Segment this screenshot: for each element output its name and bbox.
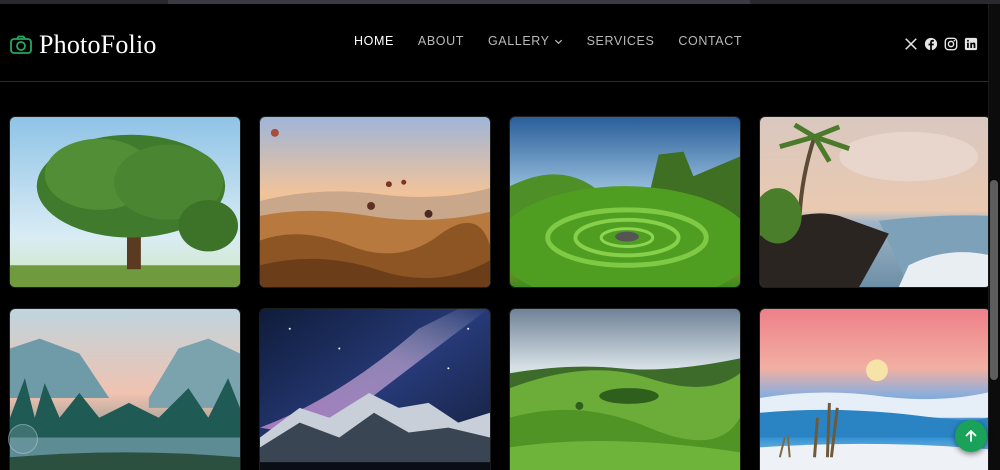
nav-services[interactable]: SERVICES [587,34,655,48]
social-links [904,37,978,51]
arrow-up-icon [965,430,977,442]
scrollbar-thumb[interactable] [990,180,998,380]
nav-services-label: SERVICES [586,34,655,48]
main-nav: HOME ABOUT GALLERY SERVICES CONTACT [354,34,766,48]
gallery-item-milky-way[interactable] [259,308,491,470]
nav-about-label: ABOUT [417,34,464,48]
camera-icon [10,35,32,54]
gallery-item-tree[interactable] [9,116,241,288]
photo-balloons [260,117,490,287]
gallery-item-spiral-hill[interactable] [509,116,741,288]
site-header: PhotoFolio HOME ABOUT GALLERY SERVICES C… [0,4,988,82]
nav-home[interactable]: HOME [354,34,394,48]
photo-moonrise [760,309,990,470]
instagram-icon [944,37,958,51]
site-logo[interactable]: PhotoFolio [9,28,157,62]
photo-spiral-hill [510,117,740,287]
social-x[interactable] [904,37,918,51]
gallery-item-palm-beach[interactable] [759,116,991,288]
chevron-down-icon [554,39,562,44]
nav-contact[interactable]: CONTACT [678,34,742,48]
nav-gallery[interactable]: GALLERY [488,34,563,48]
facebook-icon [924,37,938,51]
back-to-top-button[interactable] [955,420,987,452]
floating-badge [8,424,38,454]
social-linkedin[interactable] [964,37,978,51]
gallery-item-misty-valley[interactable] [9,308,241,470]
photo-lone-tree [10,117,240,287]
photo-green-hills [510,309,740,470]
photo-palm-beach [760,117,990,287]
social-instagram[interactable] [944,37,958,51]
nav-about[interactable]: ABOUT [418,34,464,48]
photo-gallery [9,116,991,470]
social-facebook[interactable] [924,37,938,51]
nav-contact-label: CONTACT [678,34,743,48]
photo-milky-way [260,309,490,470]
photo-misty-valley [10,309,240,470]
gallery-item-balloons[interactable] [259,116,491,288]
gallery-item-moonrise[interactable] [759,308,991,470]
x-twitter-icon [905,38,917,50]
nav-home-label: HOME [354,34,394,48]
nav-gallery-label: GALLERY [487,34,550,48]
brand-name: PhotoFolio [39,30,157,59]
linkedin-icon [964,37,978,51]
gallery-item-green-hills[interactable] [509,308,741,470]
